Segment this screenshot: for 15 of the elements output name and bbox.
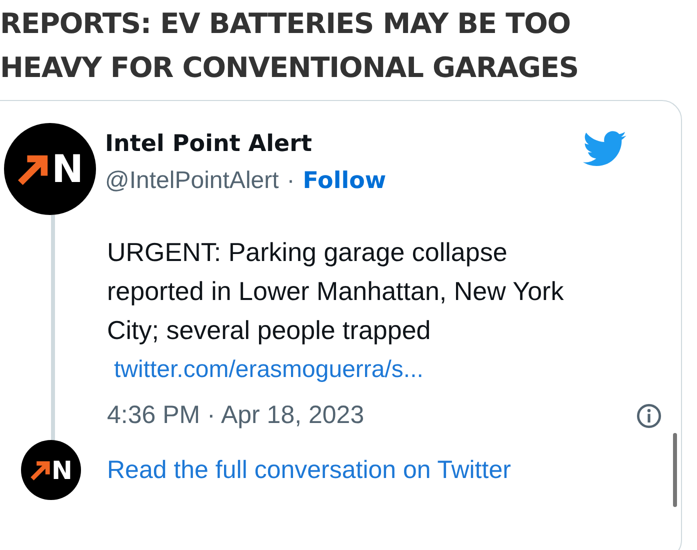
follow-link[interactable]: Follow: [302, 168, 386, 194]
avatar: N: [4, 123, 96, 215]
headline: HEAVY FOR CONVENTIONAL GARAGES: [0, 50, 578, 86]
tweet-text: URGENT: Parking garage collapse reported in Lower Manhattan, New York City; several people trapped: [107, 236, 565, 347]
avatar: N: [21, 440, 81, 500]
tweet-link[interactable]: twitter.com/erasmoguerra/s...: [114, 350, 667, 389]
bird-icon: [583, 131, 627, 168]
separator: ·: [286, 167, 295, 195]
timestamp[interactable]: 4:36 PM · Apr 18, 2023: [107, 401, 364, 430]
info-icon[interactable]: [636, 402, 662, 428]
read-conversation-link[interactable]: Read the full conversation on Twitter: [107, 456, 511, 484]
scrollbar[interactable]: [673, 433, 677, 507]
headline: REPORTS: EV BATTERIES MAY BE TOO: [0, 6, 570, 42]
author-name: Intel Point Alert: [105, 131, 313, 157]
author-handle: @IntelPointAlert: [105, 167, 279, 195]
